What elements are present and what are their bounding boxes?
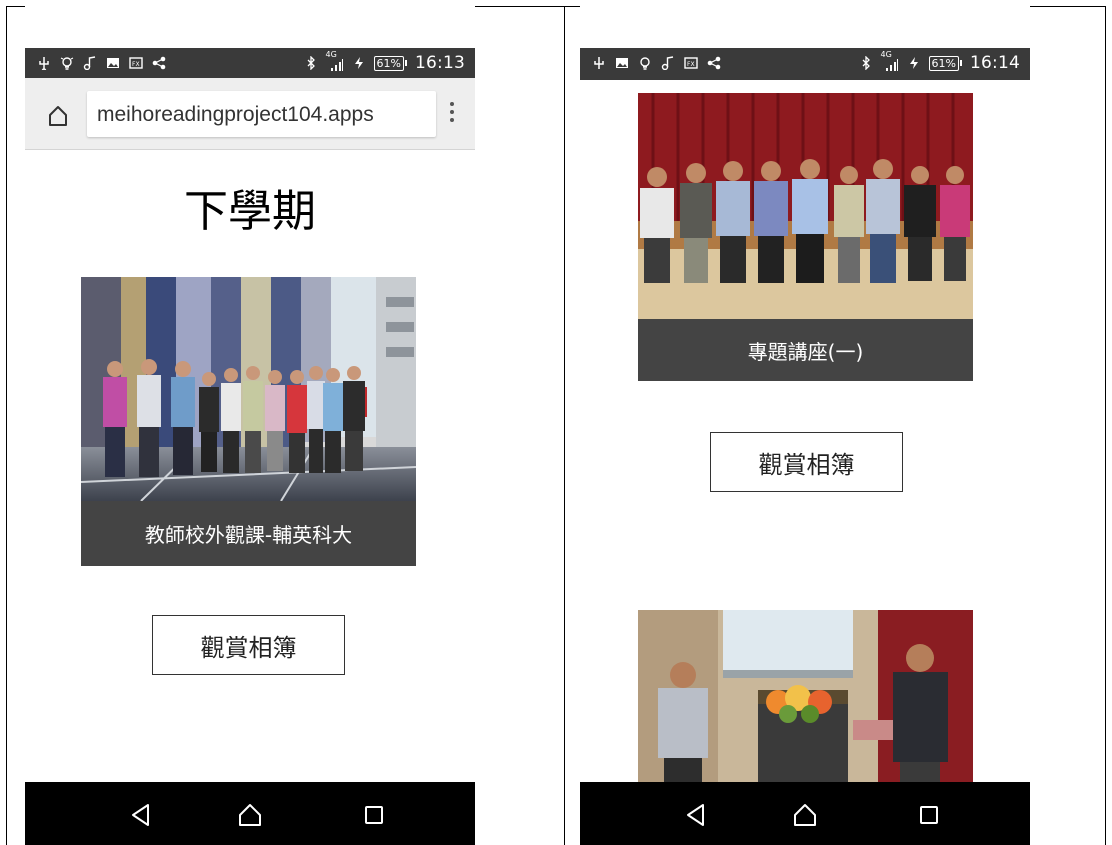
bulb-icon — [640, 57, 650, 70]
gallery-icon: FX — [129, 57, 143, 69]
gallery-icon: FX — [684, 57, 698, 69]
view-album-button[interactable]: 觀賞相簿 — [710, 432, 903, 492]
charging-icon — [909, 57, 918, 69]
back-icon[interactable] — [128, 802, 154, 828]
view-album-button[interactable]: 觀賞相簿 — [152, 615, 345, 675]
back-icon[interactable] — [683, 802, 709, 828]
bluetooth-icon — [862, 56, 870, 70]
album-photo — [638, 610, 973, 782]
signal-indicator: 4G — [326, 50, 344, 72]
svg-text:FX: FX — [132, 61, 140, 68]
album-caption: 教師校外觀課-輔英科大 — [81, 501, 416, 566]
signal-icon — [330, 59, 343, 71]
bulb-icon — [60, 57, 74, 70]
image-icon — [107, 58, 119, 68]
status-time: 16:13 — [415, 53, 465, 73]
music-icon — [83, 56, 96, 70]
svg-text:FX: FX — [687, 61, 695, 68]
battery-level: 61% — [928, 55, 959, 71]
home-icon[interactable] — [792, 802, 818, 828]
page-title: 下學期 — [184, 186, 316, 237]
phone-screen-left: FX 4G 61% 16:13 meihoreadingproject104.a… — [25, 0, 475, 845]
home-icon[interactable] — [47, 105, 69, 127]
signal-icon — [885, 59, 898, 71]
url-bar[interactable]: meihoreadingproject104.apps — [87, 91, 436, 137]
battery-level: 61% — [373, 55, 404, 71]
share-icon — [707, 56, 721, 70]
album-card[interactable] — [638, 610, 973, 782]
browser-toolbar: meihoreadingproject104.apps — [25, 78, 475, 150]
more-vert-icon[interactable] — [449, 102, 455, 126]
image-icon — [616, 58, 628, 68]
usb-icon — [594, 57, 604, 69]
group-photo-outdoor — [81, 277, 416, 501]
system-icons: 4G 61% 16:13 — [304, 50, 465, 74]
notification-icons: FX — [592, 53, 721, 73]
bluetooth-icon — [307, 56, 315, 70]
status-time: 16:14 — [970, 53, 1020, 73]
battery-indicator: 61% — [928, 55, 962, 71]
album-caption: 專題講座(一) — [638, 319, 973, 381]
recent-apps-icon[interactable] — [361, 802, 387, 828]
album-photo — [638, 93, 973, 319]
system-icons: 4G 61% 16:14 — [859, 50, 1020, 74]
group-photo-stage — [638, 93, 973, 319]
notification-icons: FX — [37, 53, 166, 73]
home-icon[interactable] — [237, 802, 263, 828]
status-bar: FX 4G 61% 16:13 — [25, 48, 475, 78]
phone-screen-right: FX 4G 61% 16:14 專題講座(一) 觀賞相簿 — [580, 0, 1030, 845]
usb-icon — [39, 57, 49, 70]
signal-indicator: 4G — [881, 50, 899, 72]
android-nav-bar — [25, 782, 475, 845]
music-icon — [661, 56, 674, 70]
album-photo — [81, 277, 416, 501]
lecture-photo — [638, 610, 973, 782]
battery-indicator: 61% — [373, 55, 407, 71]
share-icon — [152, 56, 166, 70]
url-text: meihoreadingproject104.apps — [97, 103, 374, 126]
recent-apps-icon[interactable] — [916, 802, 942, 828]
album-card[interactable]: 專題講座(一) — [638, 93, 973, 381]
android-nav-bar — [580, 782, 1030, 845]
album-card[interactable]: 教師校外觀課-輔英科大 — [81, 277, 416, 566]
status-bar: FX 4G 61% 16:14 — [580, 48, 1030, 80]
charging-icon — [354, 57, 363, 69]
panel-divider — [564, 6, 565, 845]
